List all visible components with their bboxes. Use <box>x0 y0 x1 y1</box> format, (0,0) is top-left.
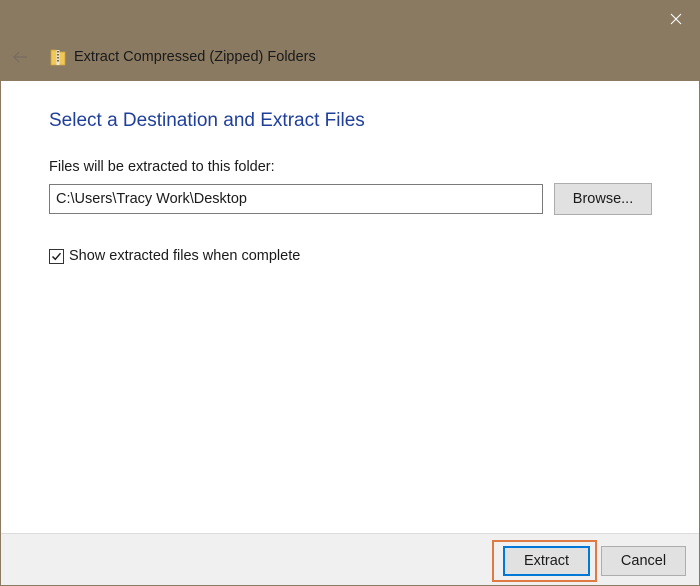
checkmark-icon <box>52 252 62 260</box>
close-icon <box>670 13 682 25</box>
show-files-checkbox-row[interactable]: Show extracted files when complete <box>49 247 300 265</box>
back-arrow-icon <box>13 51 27 63</box>
browse-button[interactable]: Browse... <box>554 183 652 215</box>
show-files-checkbox[interactable] <box>49 248 64 264</box>
zip-folder-icon <box>50 49 66 66</box>
page-heading: Select a Destination and Extract Files <box>49 110 365 131</box>
extract-button[interactable]: Extract <box>503 546 590 576</box>
close-button[interactable] <box>653 1 699 37</box>
show-files-label: Show extracted files when complete <box>69 248 301 264</box>
destination-label: Files will be extracted to this folder: <box>49 159 275 175</box>
window-title: Extract Compressed (Zipped) Folders <box>74 49 316 65</box>
extract-dialog-window: Extract Compressed (Zipped) Folders Sele… <box>0 0 700 586</box>
cancel-button[interactable]: Cancel <box>601 546 686 576</box>
button-footer <box>1 533 699 585</box>
title-bar: Extract Compressed (Zipped) Folders <box>1 1 699 81</box>
destination-path-input[interactable] <box>49 184 543 214</box>
